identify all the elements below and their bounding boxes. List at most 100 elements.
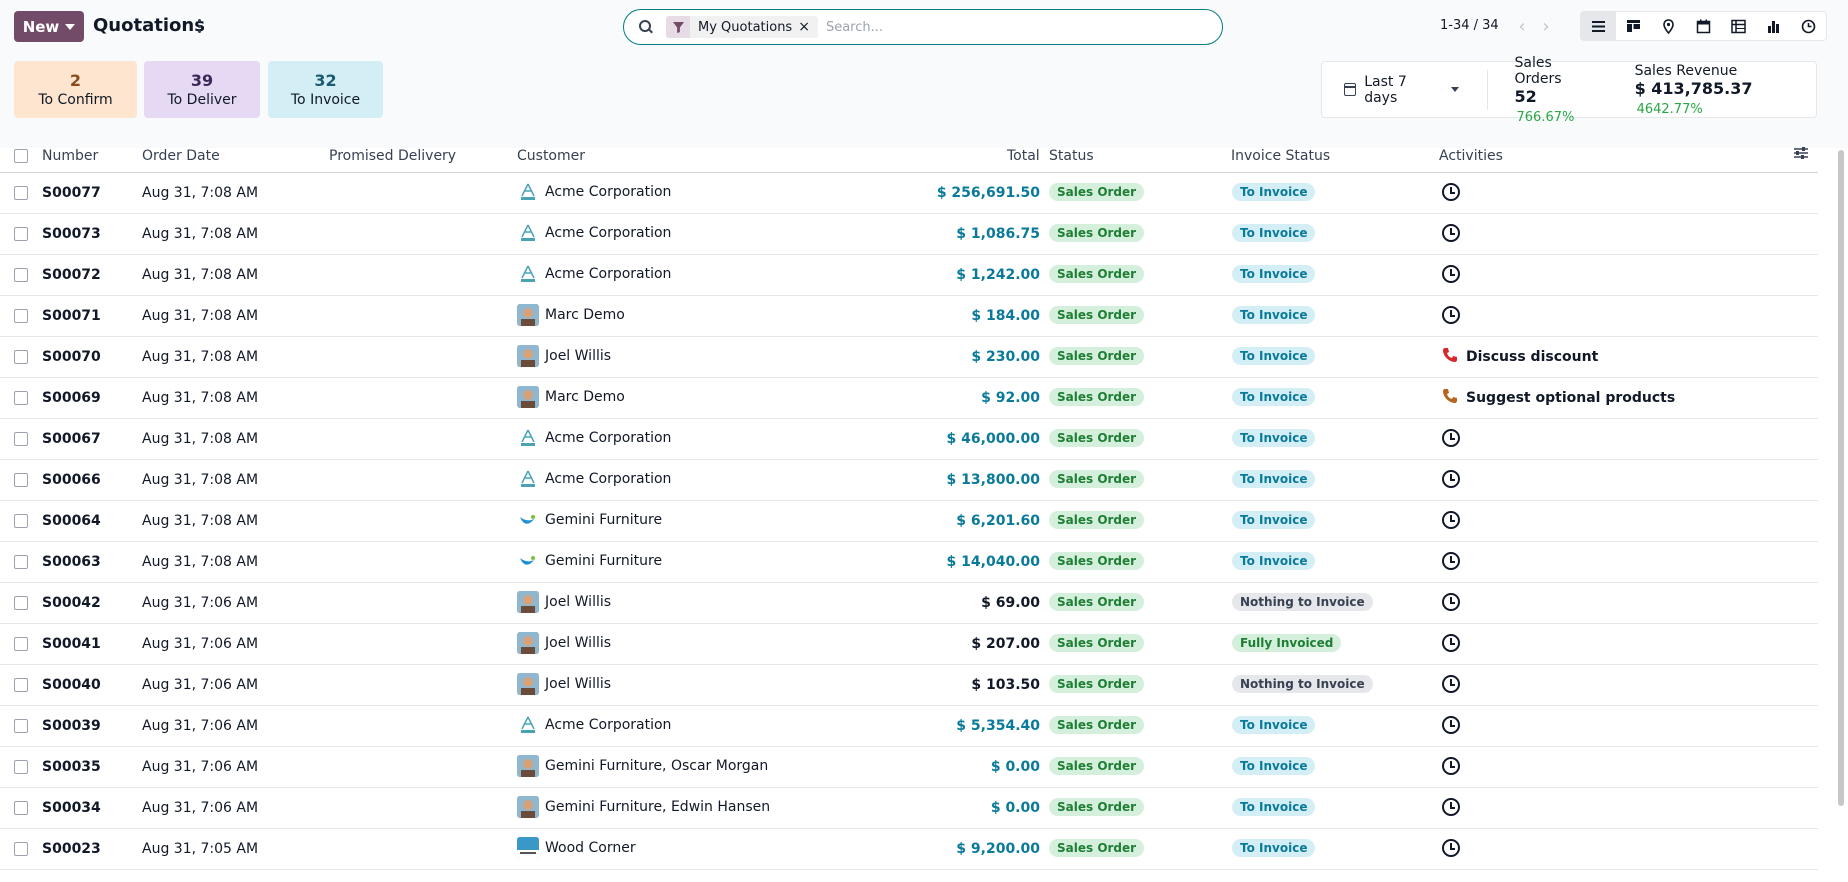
activity-cell[interactable]: [1442, 511, 1460, 529]
column-promised-delivery[interactable]: Promised Delivery: [329, 148, 456, 164]
invoice-status-badge: To Invoice: [1232, 757, 1316, 775]
row-checkbox[interactable]: [14, 801, 28, 815]
table-row[interactable]: S00071 Aug 31, 7:08 AM Marc Demo $ 184.0…: [0, 296, 1818, 337]
activity-cell[interactable]: [1442, 634, 1460, 652]
kanban-view-icon[interactable]: [1616, 12, 1651, 40]
activity-cell[interactable]: [1442, 757, 1460, 775]
search-input[interactable]: [825, 19, 1222, 35]
activity-cell[interactable]: [1442, 552, 1460, 570]
new-button-label: New: [22, 17, 60, 36]
pivot-view-icon[interactable]: [1721, 12, 1756, 40]
row-checkbox[interactable]: [14, 186, 28, 200]
table-row[interactable]: S00063 Aug 31, 7:08 AM Gemini Furniture …: [0, 542, 1818, 583]
chevron-left-icon[interactable]: ‹: [1510, 13, 1534, 39]
column-activities[interactable]: Activities: [1439, 148, 1503, 164]
table-row[interactable]: S00039 Aug 31, 7:06 AM Acme Corporation …: [0, 706, 1818, 747]
row-checkbox[interactable]: [14, 596, 28, 610]
graph-view-icon[interactable]: [1756, 12, 1791, 40]
activity-cell[interactable]: [1442, 716, 1460, 734]
table-row[interactable]: S00067 Aug 31, 7:08 AM Acme Corporation …: [0, 419, 1818, 460]
table-row[interactable]: S00066 Aug 31, 7:08 AM Acme Corporation …: [0, 460, 1818, 501]
avatar: [517, 837, 539, 859]
table-row[interactable]: S00064 Aug 31, 7:08 AM Gemini Furniture …: [0, 501, 1818, 542]
pager-value[interactable]: 1-34 / 34: [1440, 18, 1499, 33]
tile-to-invoice[interactable]: 32 To Invoice: [268, 61, 383, 118]
table-row[interactable]: S00042 Aug 31, 7:06 AM Joel Willis $ 69.…: [0, 583, 1818, 624]
row-checkbox[interactable]: [14, 842, 28, 856]
activity-cell[interactable]: [1442, 839, 1460, 857]
kpi-sales-orders[interactable]: Sales Orders 52 766.67%: [1515, 55, 1599, 125]
invoice-status-badge: To Invoice: [1232, 429, 1316, 447]
activity-cell[interactable]: [1442, 593, 1460, 611]
column-customer[interactable]: Customer: [517, 148, 585, 164]
table-row[interactable]: S00040 Aug 31, 7:06 AM Joel Willis $ 103…: [0, 665, 1818, 706]
row-checkbox[interactable]: [14, 678, 28, 692]
column-status[interactable]: Status: [1049, 148, 1094, 164]
customer-name: Wood Corner: [545, 840, 636, 856]
chevron-right-icon[interactable]: ›: [1534, 13, 1558, 39]
activity-cell[interactable]: [1442, 675, 1460, 693]
activity-cell[interactable]: [1442, 798, 1460, 816]
row-checkbox[interactable]: [14, 555, 28, 569]
new-button[interactable]: New: [14, 11, 84, 42]
activity-cell[interactable]: [1442, 224, 1460, 242]
customer-cell: Gemini Furniture: [517, 509, 662, 531]
row-checkbox[interactable]: [14, 350, 28, 364]
activity-cell[interactable]: [1442, 183, 1460, 201]
row-checkbox[interactable]: [14, 637, 28, 651]
scrollbar[interactable]: [1838, 150, 1844, 806]
select-all-checkbox[interactable]: [14, 149, 28, 163]
tile-to-deliver[interactable]: 39 To Deliver: [144, 61, 260, 118]
row-checkbox[interactable]: [14, 432, 28, 446]
table-row[interactable]: S00023 Aug 31, 7:05 AM Wood Corner $ 9,2…: [0, 829, 1818, 870]
row-checkbox[interactable]: [14, 227, 28, 241]
customer-name: Acme Corporation: [545, 430, 672, 446]
row-checkbox[interactable]: [14, 309, 28, 323]
optional-columns-icon[interactable]: [1793, 146, 1809, 160]
activity-cell[interactable]: [1442, 265, 1460, 283]
search-icon[interactable]: [638, 19, 654, 35]
order-number: S00070: [42, 349, 101, 365]
activity-cell[interactable]: [1442, 306, 1460, 324]
column-order-date[interactable]: Order Date: [142, 148, 220, 164]
column-number[interactable]: Number: [42, 148, 98, 164]
activity-cell[interactable]: Suggest optional products: [1442, 388, 1675, 408]
close-icon[interactable]: ×: [798, 19, 818, 35]
date-filter-dropdown[interactable]: Last 7 days: [1344, 74, 1459, 106]
table-row[interactable]: S00034 Aug 31, 7:06 AM Gemini Furniture,…: [0, 788, 1818, 829]
column-invoice-status[interactable]: Invoice Status: [1231, 148, 1330, 164]
table-row[interactable]: S00035 Aug 31, 7:06 AM Gemini Furniture,…: [0, 747, 1818, 788]
table-row[interactable]: S00072 Aug 31, 7:08 AM Acme Corporation …: [0, 255, 1818, 296]
order-total: $ 5,354.40: [956, 718, 1040, 734]
row-checkbox[interactable]: [14, 719, 28, 733]
list-view-icon[interactable]: [1581, 12, 1616, 40]
tile-to-confirm[interactable]: 2 To Confirm: [14, 61, 137, 118]
order-date: Aug 31, 7:06 AM: [142, 718, 259, 734]
table-row[interactable]: S00077 Aug 31, 7:08 AM Acme Corporation …: [0, 173, 1818, 214]
table-row[interactable]: S00070 Aug 31, 7:08 AM Joel Willis $ 230…: [0, 337, 1818, 378]
activity-view-icon[interactable]: [1791, 12, 1826, 40]
map-view-icon[interactable]: [1651, 12, 1686, 40]
kebab-menu-icon[interactable]: [194, 16, 204, 36]
activity-cell[interactable]: [1442, 470, 1460, 488]
customer-cell: Joel Willis: [517, 345, 611, 367]
activity-cell[interactable]: Discuss discount: [1442, 347, 1598, 367]
activity-cell[interactable]: [1442, 429, 1460, 447]
table-row[interactable]: S00073 Aug 31, 7:08 AM Acme Corporation …: [0, 214, 1818, 255]
order-date: Aug 31, 7:05 AM: [142, 841, 259, 857]
row-checkbox[interactable]: [14, 473, 28, 487]
status-badge: Sales Order: [1049, 306, 1145, 324]
customer-cell: Acme Corporation: [517, 222, 671, 244]
table-row[interactable]: S00069 Aug 31, 7:08 AM Marc Demo $ 92.00…: [0, 378, 1818, 419]
row-checkbox[interactable]: [14, 268, 28, 282]
row-checkbox[interactable]: [14, 514, 28, 528]
table-row[interactable]: S00041 Aug 31, 7:06 AM Joel Willis $ 207…: [0, 624, 1818, 665]
customer-cell: Acme Corporation: [517, 714, 671, 736]
clock-icon: [1442, 757, 1460, 775]
row-checkbox[interactable]: [14, 760, 28, 774]
order-number: S00072: [42, 267, 101, 283]
calendar-view-icon[interactable]: [1686, 12, 1721, 40]
kpi-sales-revenue[interactable]: Sales Revenue $ 413,785.37 4642.77%: [1635, 63, 1816, 117]
column-total[interactable]: Total: [1007, 148, 1040, 164]
row-checkbox[interactable]: [14, 391, 28, 405]
